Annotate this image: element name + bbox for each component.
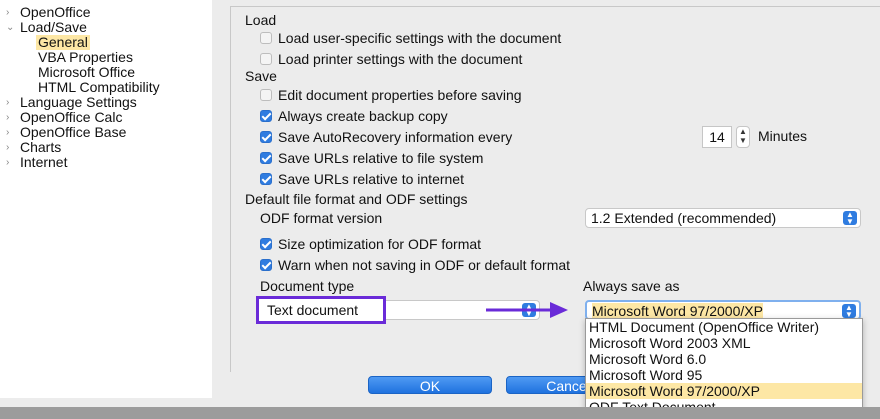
chevron-right-icon[interactable]: › — [6, 125, 9, 140]
select-arrows-icon: ▲ ▼ — [843, 211, 857, 226]
checkbox-box[interactable] — [260, 238, 272, 250]
document-type-label: Document type — [260, 278, 355, 294]
chevron-right-icon[interactable]: › — [6, 95, 9, 110]
dropdown-option[interactable]: HTML Document (OpenOffice Writer) — [586, 319, 862, 335]
dropdown-option-selected[interactable]: Microsoft Word 97/2000/XP — [586, 383, 862, 399]
checkbox-box[interactable] — [260, 110, 272, 122]
section-load-title: Load — [245, 12, 277, 28]
chevron-right-icon[interactable]: › — [6, 155, 9, 170]
chevron-right-icon[interactable]: › — [6, 110, 9, 125]
chevron-right-icon[interactable]: › — [6, 5, 9, 20]
document-type-value[interactable]: Text document — [256, 296, 386, 324]
annotation-arrow-icon — [486, 302, 568, 318]
select-arrows-icon: ▲ ▼ — [842, 304, 856, 319]
window-bottom-edge — [0, 407, 880, 419]
ok-button[interactable]: OK — [368, 376, 492, 394]
options-tree: › OpenOffice ⌄ Load/Save General VBA Pro… — [0, 0, 212, 398]
checkbox-box[interactable] — [260, 259, 272, 271]
checkbox-box[interactable] — [260, 173, 272, 185]
always-save-as-label: Always save as — [583, 278, 680, 294]
checkbox-box[interactable] — [260, 131, 272, 143]
minutes-stepper[interactable]: ▲ ▼ — [736, 126, 750, 148]
checkbox-box[interactable] — [260, 152, 272, 164]
odf-version-select[interactable]: 1.2 Extended (recommended) ▲ ▼ — [585, 208, 861, 228]
dropdown-option[interactable]: Microsoft Word 2003 XML — [586, 335, 862, 351]
dropdown-option[interactable]: Microsoft Word 6.0 — [586, 351, 862, 367]
section-default-format-title: Default file format and ODF settings — [245, 191, 468, 207]
checkbox-box[interactable] — [260, 53, 272, 65]
chevron-right-icon[interactable]: › — [6, 140, 9, 155]
section-save-title: Save — [245, 68, 277, 84]
always-save-as-dropdown: HTML Document (OpenOffice Writer) Micros… — [585, 318, 863, 419]
checkbox-box[interactable] — [260, 32, 272, 44]
dropdown-option[interactable]: Microsoft Word 95 — [586, 367, 862, 383]
always-save-as-select[interactable]: Microsoft Word 97/2000/XP ▲ ▼ — [585, 300, 861, 320]
autorecovery-minutes-input[interactable]: 14 — [702, 126, 732, 148]
checkbox-box[interactable] — [260, 89, 272, 101]
minutes-label: Minutes — [758, 128, 808, 144]
odf-version-label: ODF format version — [260, 210, 383, 226]
chevron-down-icon[interactable]: ⌄ — [6, 20, 14, 35]
